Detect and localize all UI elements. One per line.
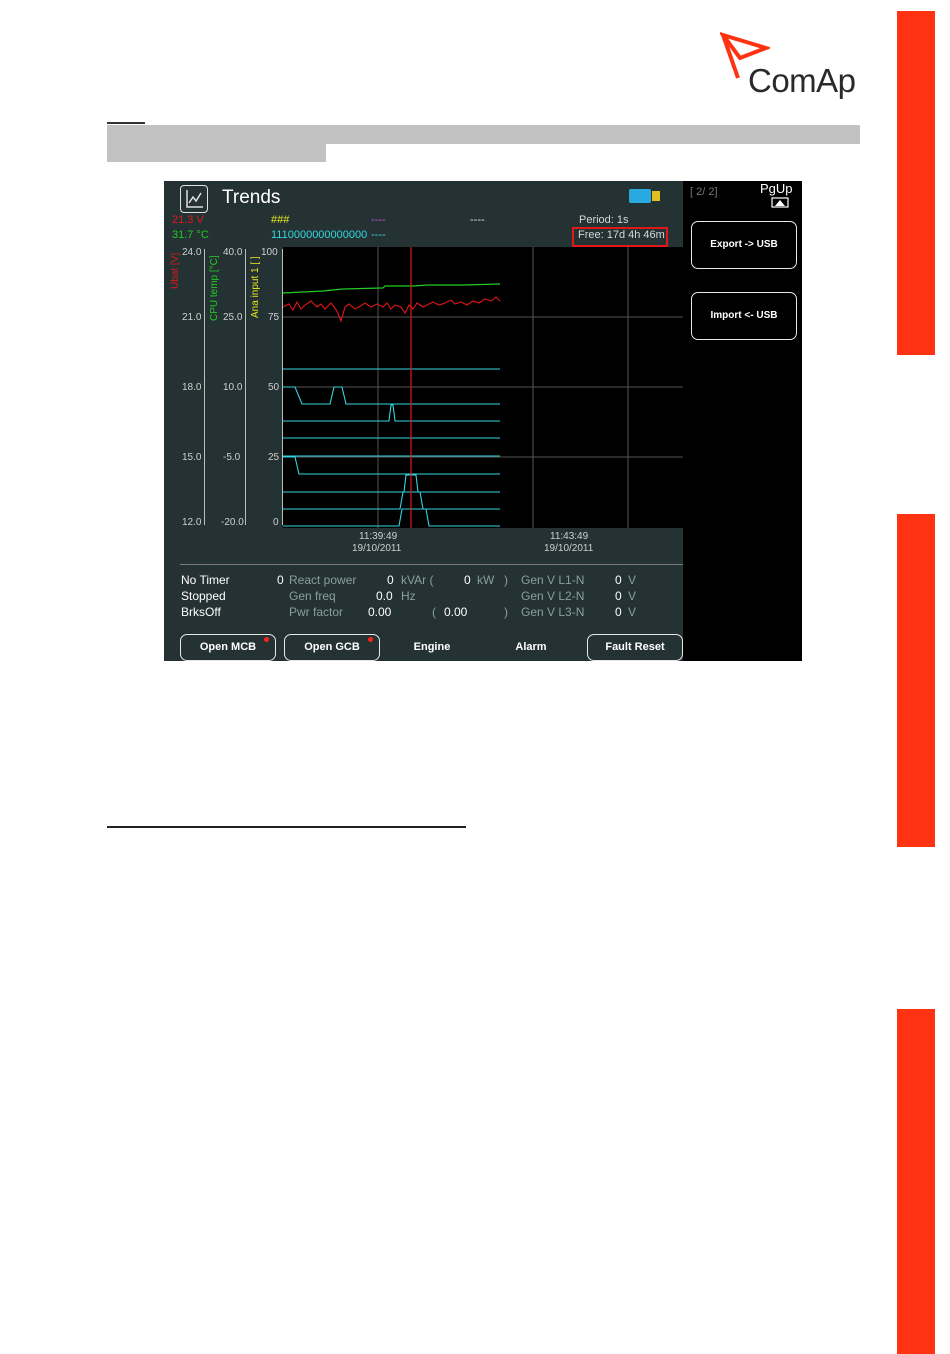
- pwr-factor-label: Pwr factor: [289, 605, 344, 619]
- ubat-tick: 12.0: [182, 517, 202, 528]
- page-indicator: [ 2/ 2]: [690, 186, 718, 198]
- dash-value-3: ----: [371, 229, 386, 241]
- ubat-axis: [204, 249, 205, 525]
- gen-v-l1-unit: V: [628, 573, 637, 587]
- usb-plug-icon: [652, 191, 660, 201]
- kw-value: 0: [464, 573, 471, 587]
- cpu-tick: 40.0: [223, 247, 243, 258]
- ana-tick: 0: [273, 517, 279, 528]
- export-usb-button[interactable]: Export -> USB: [691, 221, 797, 269]
- section-underline: [107, 826, 466, 828]
- cpu-value: 31.7 °C: [172, 229, 209, 241]
- header-rule: [107, 122, 145, 124]
- comap-logo: ComAp: [720, 32, 865, 104]
- logo-text: ComAp: [748, 62, 856, 99]
- gen-v-l3-value: 0: [615, 605, 622, 619]
- react-power-label: React power: [289, 573, 357, 587]
- ubat-tick: 15.0: [182, 452, 202, 463]
- fault-reset-button[interactable]: Fault Reset: [587, 634, 683, 661]
- gen-freq-unit: Hz: [401, 589, 416, 603]
- cpu-axis-label: CPU temp [°C]: [209, 255, 220, 321]
- ana-tick: 50: [268, 382, 280, 393]
- engine-status: Stopped: [181, 589, 226, 603]
- binary-value: 1110000000000000: [271, 229, 368, 241]
- cpu-axis: [245, 249, 246, 525]
- divider: [180, 564, 683, 565]
- date-label-1: 19/10/2011: [352, 543, 402, 554]
- gen-freq-label: Gen freq: [289, 589, 336, 603]
- pwr-factor-value: 0.00: [368, 605, 392, 619]
- gray-header-bar-2: [107, 144, 326, 162]
- open-gcb-button[interactable]: Open GCB: [284, 634, 380, 661]
- pwr-factor-value-2: 0.00: [444, 605, 468, 619]
- cpu-tick: -20.0: [221, 517, 244, 528]
- kvar-value: 0: [387, 573, 394, 587]
- gen-v-l1-value: 0: [615, 573, 622, 587]
- breaker-status: BrksOff: [181, 605, 221, 619]
- gray-header-bar: [107, 125, 860, 144]
- import-usb-button[interactable]: Import <- USB: [691, 292, 797, 340]
- pgup-icon[interactable]: [771, 197, 789, 208]
- gen-v-l3-label: Gen V L3-N: [521, 605, 585, 619]
- gen-freq-value: 0.0: [376, 589, 393, 603]
- side-panel: [ 2/ 2] PgUp Export -> USB Import <- USB: [683, 181, 802, 661]
- open-mcb-button[interactable]: Open MCB: [180, 634, 276, 661]
- cpu-tick: 25.0: [223, 312, 243, 323]
- ana-axis-label: Ana input 1 [ ]: [250, 256, 261, 318]
- kw-unit: kW: [477, 573, 495, 587]
- period-label: Period: 1s: [579, 214, 629, 226]
- ubat-tick: 18.0: [182, 382, 202, 393]
- gcb-indicator: [368, 637, 373, 642]
- side-tab-2: [897, 514, 935, 847]
- gen-v-l3-unit: V: [628, 605, 637, 619]
- pwr-factor-open-paren: (: [432, 605, 436, 619]
- gen-v-l1-label: Gen V L1-N: [521, 573, 585, 587]
- date-label-2: 19/10/2011: [544, 543, 594, 554]
- time-label-1: 11:39:49: [359, 531, 398, 542]
- react-power-value-left: 0: [277, 573, 284, 587]
- ana-tick: 100: [261, 247, 278, 258]
- gen-v-l2-label: Gen V L2-N: [521, 589, 585, 603]
- usb-icon: [629, 189, 651, 203]
- free-label: Free: 17d 4h 46m: [578, 229, 665, 241]
- gen-v-l2-value: 0: [615, 589, 622, 603]
- cpu-tick: 10.0: [223, 382, 243, 393]
- ubat-tick: 24.0: [182, 247, 202, 258]
- side-tab-3: [897, 1009, 935, 1354]
- timer-status: No Timer: [181, 573, 230, 587]
- ubat-axis-label: Ubat [V]: [170, 252, 181, 289]
- mcb-indicator: [264, 637, 269, 642]
- trends-chart-icon: [180, 185, 208, 213]
- dash-value-2: ----: [470, 214, 485, 226]
- gen-v-l2-unit: V: [628, 589, 637, 603]
- time-label-2: 11:43:49: [550, 531, 589, 542]
- trends-screen: Trends 21.3 V 31.7 °C ### ---- ---- 1110…: [164, 181, 802, 661]
- ana-tick: 25: [268, 452, 280, 463]
- ana-tick: 75: [268, 312, 280, 323]
- dash-value-1: ----: [371, 214, 386, 226]
- trend-plot[interactable]: [282, 247, 683, 528]
- pgup-label[interactable]: PgUp: [760, 181, 793, 196]
- ubat-tick: 21.0: [182, 312, 202, 323]
- kvar-unit: kVAr (: [401, 573, 434, 587]
- hash-value: ###: [271, 214, 290, 226]
- trends-main-panel: Trends 21.3 V 31.7 °C ### ---- ---- 1110…: [164, 181, 683, 661]
- page-title: Trends: [222, 187, 281, 208]
- engine-button[interactable]: Engine: [388, 634, 476, 661]
- ubat-value: 21.3 V: [172, 214, 204, 226]
- pwr-factor-close-paren: ): [504, 605, 508, 619]
- cpu-tick: -5.0: [223, 452, 241, 463]
- alarm-button[interactable]: Alarm: [487, 634, 575, 661]
- kw-paren: ): [504, 573, 508, 587]
- side-tab-1: [897, 11, 935, 355]
